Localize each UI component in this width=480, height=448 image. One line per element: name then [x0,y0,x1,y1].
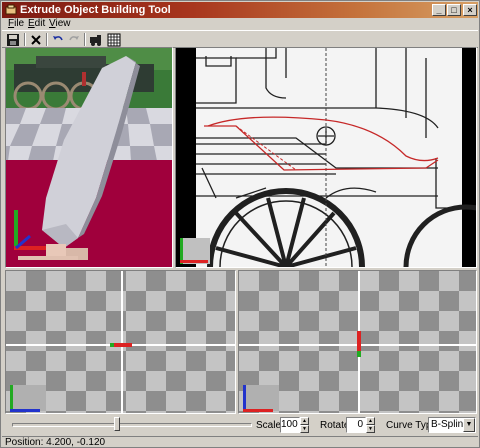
rotate-down-icon[interactable]: ▼ [366,425,375,433]
menu-file[interactable]: File [6,18,26,30]
curve-type-select[interactable]: B-Spline ▼ [428,417,476,433]
3d-scene [6,48,172,267]
maximize-button[interactable]: □ [447,4,461,16]
menu-edit[interactable]: Edit [26,18,47,30]
app-window: Extrude Object Building Tool _ □ × File … [0,0,480,448]
blueprint-drawing [180,48,476,267]
blueprint-viewport[interactable] [175,47,477,268]
front-view-gizmo [10,385,46,412]
side-view-axes [239,271,476,413]
front-view-viewport[interactable] [5,270,236,414]
app-icon [5,4,17,15]
status-bar: Position: 4.200, -0.120 [2,436,478,448]
toolbar-separator [24,33,26,46]
scale-label: Scale [256,420,282,431]
front-view-axes [6,271,235,413]
undo-icon[interactable] [50,32,66,48]
rotate-input[interactable]: 0 [346,417,366,433]
grid-icon[interactable] [106,32,122,48]
redo-icon[interactable] [66,32,82,48]
position-readout: Position: 4.200, -0.120 [5,437,106,448]
save-icon[interactable] [5,32,21,48]
minimize-button[interactable]: _ [432,4,446,16]
menu-view[interactable]: View [47,18,73,30]
scale-input[interactable]: 100 [280,417,300,433]
scale-spinner[interactable]: ▲ ▼ [300,417,309,433]
menu-bar: File Edit View [2,18,478,30]
3d-preview-viewport[interactable] [5,47,173,268]
window-title: Extrude Object Building Tool [20,4,171,16]
delete-icon[interactable] [28,32,44,48]
title-bar[interactable]: Extrude Object Building Tool _ □ × [2,2,478,18]
zoom-slider-thumb[interactable] [114,417,120,431]
train-icon[interactable] [88,32,104,48]
rotate-spinner[interactable]: ▲ ▼ [366,417,375,433]
toolbar-separator [46,33,48,46]
scale-down-icon[interactable]: ▼ [300,425,309,433]
rotate-up-icon[interactable]: ▲ [366,417,375,425]
side-view-viewport[interactable] [238,270,477,414]
side-view-gizmo [243,385,279,412]
chevron-down-icon[interactable]: ▼ [463,418,475,432]
toolbar-separator [84,33,86,46]
blueprint-mini-gizmo [180,238,210,264]
scale-up-icon[interactable]: ▲ [300,417,309,425]
toolbar [2,30,478,48]
zoom-slider-track[interactable] [12,423,252,427]
close-button[interactable]: × [463,4,477,16]
control-bar: Scale 100 ▲ ▼ Rotate 0 ▲ ▼ Curve Type B-… [2,414,478,436]
